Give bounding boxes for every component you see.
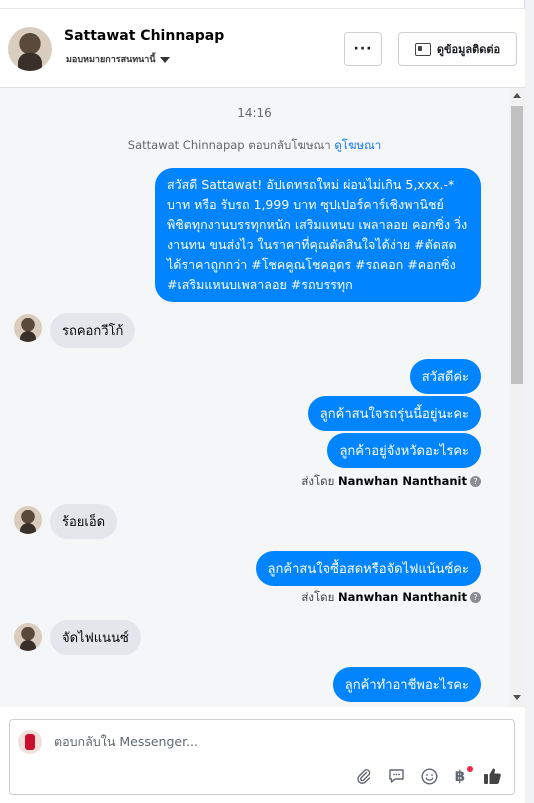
info-icon[interactable]: ? xyxy=(470,476,481,487)
top-border xyxy=(0,0,525,9)
avatar[interactable] xyxy=(8,27,52,71)
avatar[interactable] xyxy=(14,314,42,342)
incoming-message: ร้อยเอ็ด xyxy=(50,504,118,539)
message-thread[interactable]: 14:16 Sattawat Chinnapap ตอบกลับโฆษณา ดู… xyxy=(0,88,509,707)
timestamp: 14:16 xyxy=(237,106,272,120)
outgoing-message: ลูกค้าสนใจซื้อสดหรือจัดไฟแน้นซ์คะ xyxy=(255,551,481,586)
incoming-message: รถคอกวีโก้ xyxy=(50,313,136,348)
sender-name: Nanwhan Nanthanit xyxy=(338,474,467,488)
notification-dot xyxy=(467,766,473,772)
info-icon[interactable]: ? xyxy=(470,592,481,603)
avatar[interactable] xyxy=(14,623,42,651)
sent-by-label: ส่งโดย Nanwhan Nanthanit? xyxy=(301,473,481,491)
assign-conversation-dropdown[interactable]: มอบหมายการสนทนานี้ xyxy=(66,52,170,66)
view-contact-info-button[interactable]: ดูข้อมูลติดต่อ xyxy=(398,32,517,66)
sent-by-label: ส่งโดย Nanwhan Nanthanit? xyxy=(301,589,481,607)
page-avatar xyxy=(18,730,42,754)
sent-by-prefix: ส่งโดย xyxy=(301,590,335,604)
avatar[interactable] xyxy=(14,506,42,534)
assign-label: มอบหมายการสนทนานี้ xyxy=(66,55,156,65)
page-edge xyxy=(524,0,534,803)
attachment-icon[interactable] xyxy=(354,766,374,786)
ad-reply-text: Sattawat Chinnapap ตอบกลับโฆษณา xyxy=(127,138,331,152)
contact-card-icon xyxy=(414,42,431,56)
ad-reply-notice: Sattawat Chinnapap ตอบกลับโฆษณา ดูโฆษณา xyxy=(0,137,509,155)
more-options-button[interactable]: ··· xyxy=(344,32,382,66)
chevron-down-icon xyxy=(159,56,170,63)
incoming-message: จัดไฟแนนซ์ xyxy=(50,620,141,655)
scroll-down-arrow[interactable] xyxy=(513,695,521,700)
outgoing-message: ลูกค้าทำอาชีพอะไรคะ xyxy=(332,667,481,702)
reply-composer[interactable]: ฿ xyxy=(9,719,515,795)
conversation-header: Sattawat Chinnapap มอบหมายการสนทนานี้ ··… xyxy=(0,9,525,88)
outgoing-message: ลูกค้าสนใจรถรุ่นนี้อยู่นะคะ xyxy=(307,396,481,431)
sender-name: Nanwhan Nanthanit xyxy=(338,590,467,604)
outgoing-message: สวัสดีค่ะ xyxy=(409,359,481,394)
composer-area: ฿ xyxy=(0,707,525,803)
sent-by-prefix: ส่งโดย xyxy=(301,474,335,488)
view-ad-link[interactable]: ดูโฆษณา xyxy=(334,138,381,152)
emoji-icon[interactable] xyxy=(419,766,439,786)
like-icon[interactable] xyxy=(482,766,502,786)
scroll-up-arrow[interactable] xyxy=(513,93,521,98)
contact-name[interactable]: Sattawat Chinnapap xyxy=(64,28,224,44)
reply-input[interactable] xyxy=(54,734,474,749)
ad-message-bubble: สวัสดี Sattawat! อัปเดทรถใหม่ ผ่อนไม่เกิ… xyxy=(155,168,481,302)
sticker-icon[interactable] xyxy=(386,766,406,786)
outgoing-message: ลูกค้าอยู่จังหวัดอะไรคะ xyxy=(327,433,481,468)
scroll-thumb[interactable] xyxy=(511,106,523,384)
view-contact-info-label: ดูข้อมูลติดต่อ xyxy=(436,43,501,56)
thread-scrollbar[interactable] xyxy=(509,88,525,707)
more-icon: ··· xyxy=(353,41,373,57)
